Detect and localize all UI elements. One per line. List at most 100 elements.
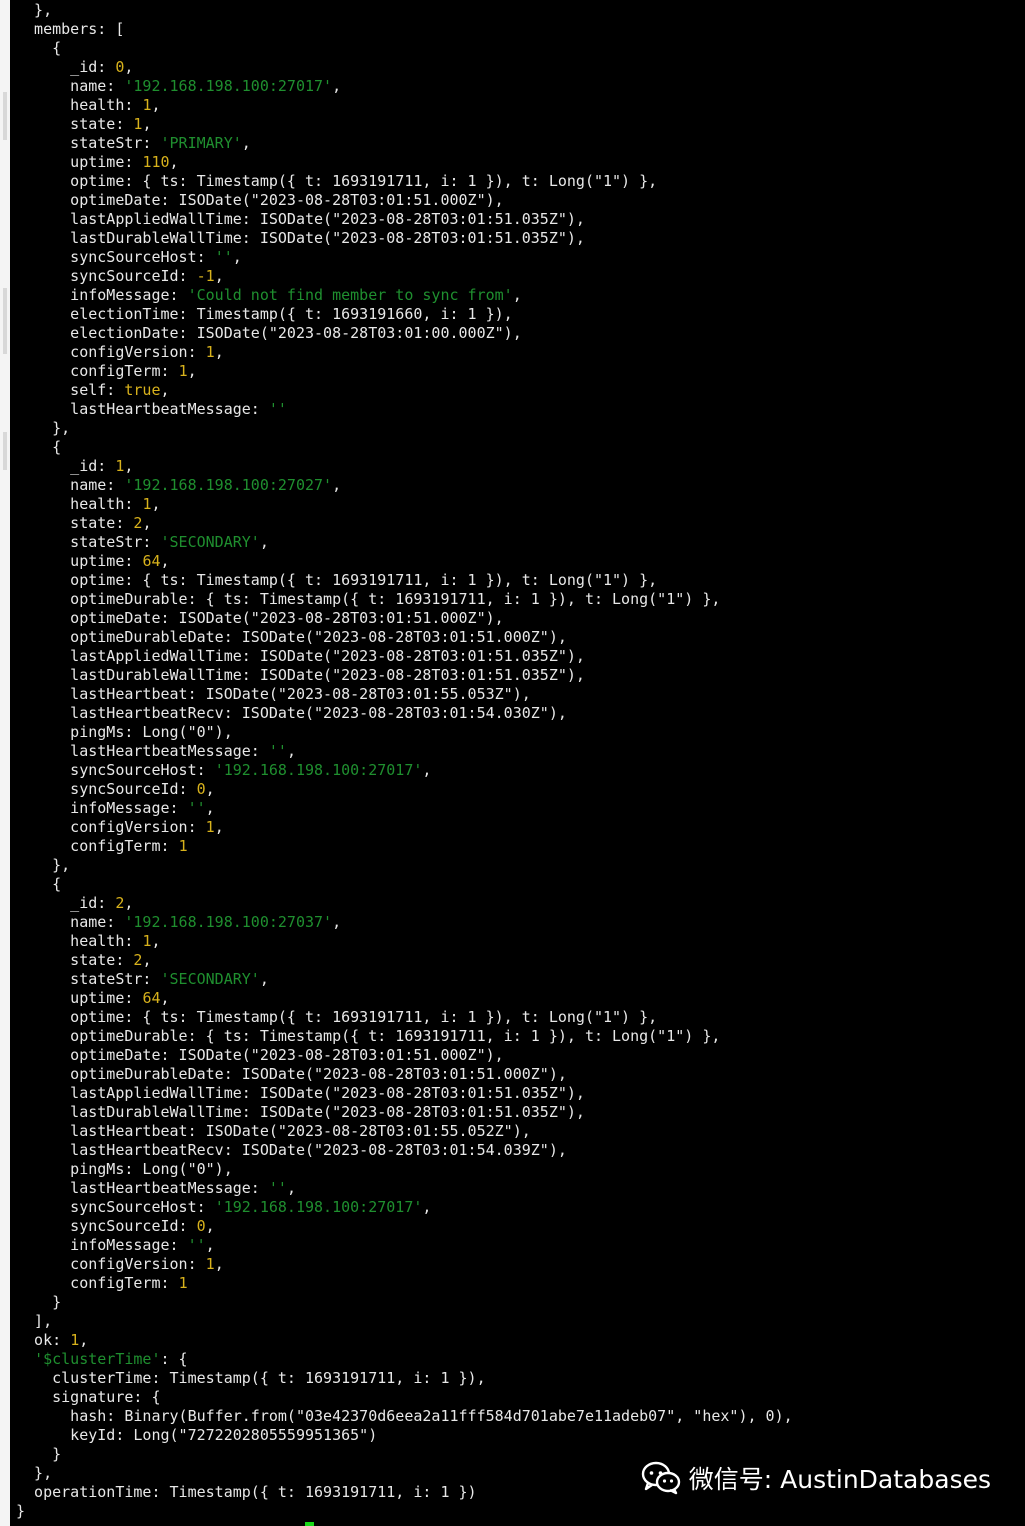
code-line: pingMs: Long("0"), (16, 723, 793, 742)
edge-mark (3, 432, 7, 470)
code-line: }, (16, 856, 793, 875)
code-token: members: [ (16, 20, 125, 38)
code-line: lastHeartbeatRecv: ISODate("2023-08-28T0… (16, 1141, 793, 1160)
code-token: configVersion: (16, 343, 206, 361)
code-line: name: '192.168.198.100:27017', (16, 77, 793, 96)
code-token: lastAppliedWallTime: ISODate("2023-08-28… (16, 1084, 585, 1102)
code-line: stateStr: 'PRIMARY', (16, 134, 793, 153)
code-line: name: '192.168.198.100:27027', (16, 476, 793, 495)
code-token: , (151, 96, 161, 114)
number-token: true (124, 381, 161, 399)
code-token: lastDurableWallTime: ISODate("2023-08-28… (16, 229, 585, 247)
code-token: optimeDate: ISODate("2023-08-28T03:01:51… (16, 191, 504, 209)
code-token: , (422, 761, 432, 779)
code-line: health: 1, (16, 495, 793, 514)
code-token: configTerm: (16, 837, 179, 855)
code-token: ], (16, 1312, 53, 1330)
code-token: , (151, 495, 161, 513)
edge-mark (3, 92, 7, 140)
code-line: syncSourceHost: '192.168.198.100:27017', (16, 761, 793, 780)
code-line: { (16, 875, 793, 894)
code-line: uptime: 110, (16, 153, 793, 172)
code-token: state: (16, 514, 134, 532)
code-line: }, (16, 1, 793, 20)
code-line: state: 2, (16, 951, 793, 970)
string-token: '' (268, 742, 287, 760)
code-token: , (214, 343, 224, 361)
code-line: health: 1, (16, 932, 793, 951)
code-token: , (214, 818, 224, 836)
code-token: }, (16, 419, 71, 437)
code-line: infoMessage: '', (16, 799, 793, 818)
code-token: optimeDurable: { ts: Timestamp({ t: 1693… (16, 590, 721, 608)
code-line: _id: 0, (16, 58, 793, 77)
code-token: _id: (16, 894, 116, 912)
code-token: , (422, 1198, 432, 1216)
code-token: pingMs: Long("0"), (16, 723, 233, 741)
code-token: , (142, 951, 152, 969)
code-token: , (259, 970, 269, 988)
code-line: configVersion: 1, (16, 343, 793, 362)
code-token: configTerm: (16, 362, 179, 380)
code-token: { (16, 438, 62, 456)
code-line: configTerm: 1, (16, 362, 793, 381)
code-token: { (16, 39, 62, 57)
code-line: lastDurableWallTime: ISODate("2023-08-28… (16, 229, 793, 248)
code-token: , (205, 780, 215, 798)
number-token: 1 (205, 1255, 215, 1273)
code-token: optime: { ts: Timestamp({ t: 1693191711,… (16, 172, 658, 190)
code-line: uptime: 64, (16, 989, 793, 1008)
code-line: _id: 1, (16, 457, 793, 476)
code-line: members: [ (16, 20, 793, 39)
terminal-window[interactable]: }, members: [ { _id: 0, name: '192.168.1… (10, 0, 1025, 1526)
code-token: infoMessage: (16, 1236, 188, 1254)
number-token: 1 (178, 1274, 188, 1292)
prompt-line[interactable] (16, 1521, 793, 1526)
code-token: }, (16, 1464, 53, 1482)
code-token: , (259, 533, 269, 551)
code-token: electionDate: ISODate("2023-08-28T03:01:… (16, 324, 522, 342)
code-token: operationTime: Timestamp({ t: 1693191711… (16, 1483, 477, 1501)
code-token: optimeDurableDate: ISODate("2023-08-28T0… (16, 1065, 567, 1083)
code-line: infoMessage: 'Could not find member to s… (16, 286, 793, 305)
string-token: '' (214, 248, 233, 266)
code-token: lastHeartbeatRecv: ISODate("2023-08-28T0… (16, 1141, 567, 1159)
code-token: optimeDate: ISODate("2023-08-28T03:01:51… (16, 1046, 504, 1064)
code-token: }, (16, 856, 71, 874)
code-token: hash: Binary(Buffer.from("03e42370d6eea2… (16, 1407, 793, 1425)
left-window-edge (0, 0, 10, 1526)
code-token: optimeDurableDate: ISODate("2023-08-28T0… (16, 628, 567, 646)
string-token: '' (268, 1179, 287, 1197)
code-line: optimeDurable: { ts: Timestamp({ t: 1693… (16, 1027, 793, 1046)
string-token: '' (187, 799, 206, 817)
number-token: -1 (196, 267, 215, 285)
code-token: health: (16, 932, 143, 950)
code-line: lastHeartbeat: ISODate("2023-08-28T03:01… (16, 685, 793, 704)
code-line: optimeDurableDate: ISODate("2023-08-28T0… (16, 628, 793, 647)
code-line: optimeDate: ISODate("2023-08-28T03:01:51… (16, 1046, 793, 1065)
code-line: } (16, 1502, 793, 1521)
code-line: { (16, 438, 793, 457)
prompt-spacer (16, 1521, 305, 1526)
code-line: clusterTime: Timestamp({ t: 1693191711, … (16, 1369, 793, 1388)
code-line: state: 2, (16, 514, 793, 533)
code-token: infoMessage: (16, 799, 188, 817)
code-token: infoMessage: (16, 286, 188, 304)
code-token: name: (16, 913, 125, 931)
code-line: lastHeartbeatMessage: '' (16, 400, 793, 419)
code-token: , (286, 742, 296, 760)
code-line: lastHeartbeatMessage: '', (16, 742, 793, 761)
code-token: electionTime: Timestamp({ t: 1693191660,… (16, 305, 513, 323)
code-token: configTerm: (16, 1274, 179, 1292)
code-line: { (16, 39, 793, 58)
code-token: lastHeartbeatRecv: ISODate("2023-08-28T0… (16, 704, 567, 722)
code-token: , (205, 1217, 215, 1235)
code-line: optime: { ts: Timestamp({ t: 1693191711,… (16, 172, 793, 191)
string-token: '192.168.198.100:27017' (124, 77, 333, 95)
code-token: { (16, 875, 62, 893)
code-token: , (286, 1179, 296, 1197)
code-line: optime: { ts: Timestamp({ t: 1693191711,… (16, 571, 793, 590)
string-token: 'PRIMARY' (160, 134, 242, 152)
code-token: stateStr: (16, 134, 161, 152)
